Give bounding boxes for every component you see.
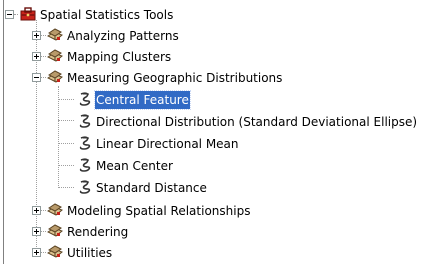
- tree-node-label: Standard Distance: [96, 181, 207, 195]
- tree-node-label: Mean Center: [96, 159, 173, 173]
- script-tool-icon: [76, 91, 94, 107]
- expand-toggle[interactable]: [32, 248, 41, 257]
- tree-node-label: Rendering: [67, 225, 129, 239]
- script-tool-icon: [76, 179, 94, 195]
- tree-node-mean-center[interactable]: Mean Center: [0, 155, 432, 177]
- tree-node-modeling-spatial-relationships[interactable]: Modeling Spatial Relationships: [0, 200, 432, 222]
- tree-node-mapping-clusters[interactable]: Mapping Clusters: [0, 46, 432, 68]
- tree-node-analyzing-patterns[interactable]: Analyzing Patterns: [0, 25, 432, 47]
- tree-node-measuring-geographic-distributions[interactable]: Measuring Geographic Distributions: [0, 67, 432, 89]
- tree-node-label: Central Feature: [94, 90, 191, 110]
- expand-toggle[interactable]: [32, 206, 41, 215]
- tree-node-directional-distribution[interactable]: Directional Distribution (Standard Devia…: [0, 111, 432, 133]
- tree-node-label: Analyzing Patterns: [67, 29, 179, 43]
- collapse-toggle[interactable]: [5, 10, 14, 19]
- toolset-icon: [46, 48, 64, 64]
- tree-node-label: Spatial Statistics Tools: [40, 8, 174, 22]
- toolset-icon: [46, 244, 64, 260]
- tree-node-label: Directional Distribution (Standard Devia…: [96, 115, 418, 129]
- tree-node-label: Linear Directional Mean: [96, 137, 239, 151]
- expand-toggle[interactable]: [32, 227, 41, 236]
- toolset-icon: [46, 69, 64, 85]
- toolset-icon: [46, 27, 64, 43]
- expand-toggle[interactable]: [32, 52, 41, 61]
- toolset-icon: [46, 223, 64, 239]
- script-tool-icon: [76, 135, 94, 151]
- tree-node-label: Mapping Clusters: [67, 50, 172, 64]
- collapse-toggle[interactable]: [32, 73, 41, 82]
- tree-node-spatial-statistics-tools[interactable]: Spatial Statistics Tools: [0, 4, 432, 26]
- tree-node-linear-directional-mean[interactable]: Linear Directional Mean: [0, 133, 432, 155]
- toolset-icon: [46, 202, 64, 218]
- toolbox-tree: Spatial Statistics Tools Analyzing Patte…: [0, 0, 432, 264]
- toolbox-icon: [19, 6, 37, 22]
- tree-node-standard-distance[interactable]: Standard Distance: [0, 177, 432, 199]
- tree-node-rendering[interactable]: Rendering: [0, 221, 432, 243]
- tree-node-label: Measuring Geographic Distributions: [67, 71, 283, 85]
- expand-toggle[interactable]: [32, 31, 41, 40]
- script-tool-icon: [76, 157, 94, 173]
- tree-node-label: Modeling Spatial Relationships: [67, 204, 251, 218]
- script-tool-icon: [76, 113, 94, 129]
- tree-node-utilities[interactable]: Utilities: [0, 242, 432, 264]
- tree-node-central-feature[interactable]: Central Feature: [0, 89, 432, 111]
- tree-node-label: Utilities: [67, 246, 113, 260]
